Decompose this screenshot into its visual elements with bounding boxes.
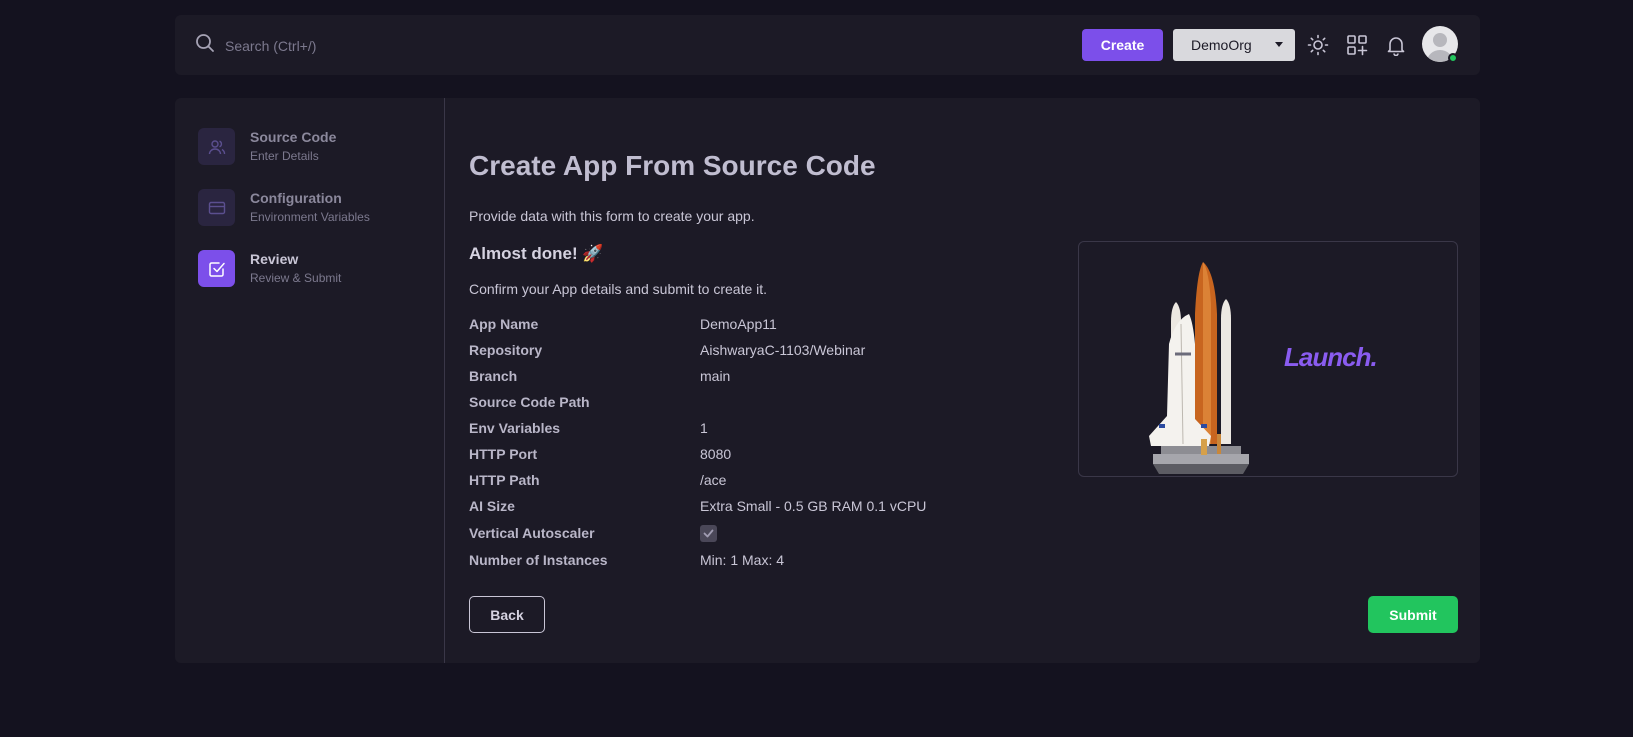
bell-icon[interactable] xyxy=(1384,33,1408,57)
step-source-code[interactable]: Source Code Enter Details xyxy=(198,128,336,165)
detail-value: AishwaryaC-1103/Webinar xyxy=(700,342,866,358)
detail-label: HTTP Path xyxy=(469,472,540,488)
detail-row: Env Variables 1 xyxy=(469,415,1029,441)
detail-row: Repository AishwaryaC-1103/Webinar xyxy=(469,337,1029,363)
launch-text: Launch. xyxy=(1284,342,1378,372)
confirm-text: Confirm your App details and submit to c… xyxy=(469,281,768,297)
details-list: App Name DemoApp11 Repository AishwaryaC… xyxy=(469,311,1029,573)
detail-row: Source Code Path xyxy=(469,389,1029,415)
detail-row: AI Size Extra Small - 0.5 GB RAM 0.1 vCP… xyxy=(469,493,1029,519)
create-button[interactable]: Create xyxy=(1082,29,1163,61)
card-icon xyxy=(198,189,235,226)
check-icon xyxy=(703,529,714,537)
online-status-dot xyxy=(1448,53,1458,63)
detail-value: Min: 1 Max: 4 xyxy=(700,552,785,568)
step-subtitle: Environment Variables xyxy=(250,210,370,224)
detail-label: Source Code Path xyxy=(469,394,590,410)
launch-illustration: Launch. xyxy=(1078,241,1458,477)
checkbox-icon xyxy=(198,250,235,287)
detail-row: Number of Instances Min: 1 Max: 4 xyxy=(469,547,1029,573)
detail-label: Number of Instances xyxy=(469,552,608,568)
search-input[interactable] xyxy=(225,37,525,54)
submit-button[interactable]: Submit xyxy=(1368,596,1458,633)
step-subtitle: Enter Details xyxy=(250,149,319,163)
sun-icon[interactable] xyxy=(1306,33,1330,57)
space-shuttle-icon xyxy=(1149,262,1249,474)
detail-value: 8080 xyxy=(700,446,732,462)
detail-label: Repository xyxy=(469,342,543,358)
apps-add-icon[interactable] xyxy=(1345,33,1369,57)
org-name: DemoOrg xyxy=(1191,37,1252,53)
step-title: Source Code xyxy=(250,129,337,145)
detail-value: 1 xyxy=(700,420,708,436)
step-review[interactable]: Review Review & Submit xyxy=(198,250,341,287)
detail-row: HTTP Port 8080 xyxy=(469,441,1029,467)
org-selector[interactable]: DemoOrg xyxy=(1173,29,1295,61)
back-button[interactable]: Back xyxy=(469,596,545,633)
step-configuration[interactable]: Configuration Environment Variables xyxy=(198,189,370,226)
detail-row: HTTP Path /ace xyxy=(469,467,1029,493)
almost-done-heading: Almost done! 🚀 xyxy=(469,244,604,263)
detail-value: /ace xyxy=(700,472,727,488)
detail-label: Env Variables xyxy=(469,420,561,436)
detail-value: Extra Small - 0.5 GB RAM 0.1 vCPU xyxy=(700,498,927,514)
step-title: Configuration xyxy=(250,190,342,206)
detail-row: App Name DemoApp11 xyxy=(469,311,1029,337)
detail-row: Vertical Autoscaler xyxy=(469,519,1029,547)
detail-value: main xyxy=(700,368,731,384)
detail-label: Vertical Autoscaler xyxy=(469,525,595,541)
search-icon xyxy=(195,33,215,58)
page-description: Provide data with this form to create yo… xyxy=(469,208,755,224)
users-icon xyxy=(198,128,235,165)
stepper: Source Code Enter Details Configuration … xyxy=(175,98,445,663)
search-box[interactable] xyxy=(195,33,525,58)
page-title: Create App From Source Code xyxy=(469,150,876,181)
detail-label: App Name xyxy=(469,316,539,332)
detail-row: Branch main xyxy=(469,363,1029,389)
detail-value: DemoApp11 xyxy=(700,316,777,332)
chevron-down-icon xyxy=(1275,42,1283,47)
vertical-autoscaler-checkbox[interactable] xyxy=(700,524,717,542)
step-subtitle: Review & Submit xyxy=(250,271,342,285)
top-bar: Create DemoOrg xyxy=(175,15,1480,75)
step-title: Review xyxy=(250,251,299,267)
detail-label: AI Size xyxy=(469,498,515,514)
detail-label: HTTP Port xyxy=(469,446,538,462)
main-panel: Source Code Enter Details Configuration … xyxy=(175,98,1480,663)
detail-label: Branch xyxy=(469,368,518,384)
